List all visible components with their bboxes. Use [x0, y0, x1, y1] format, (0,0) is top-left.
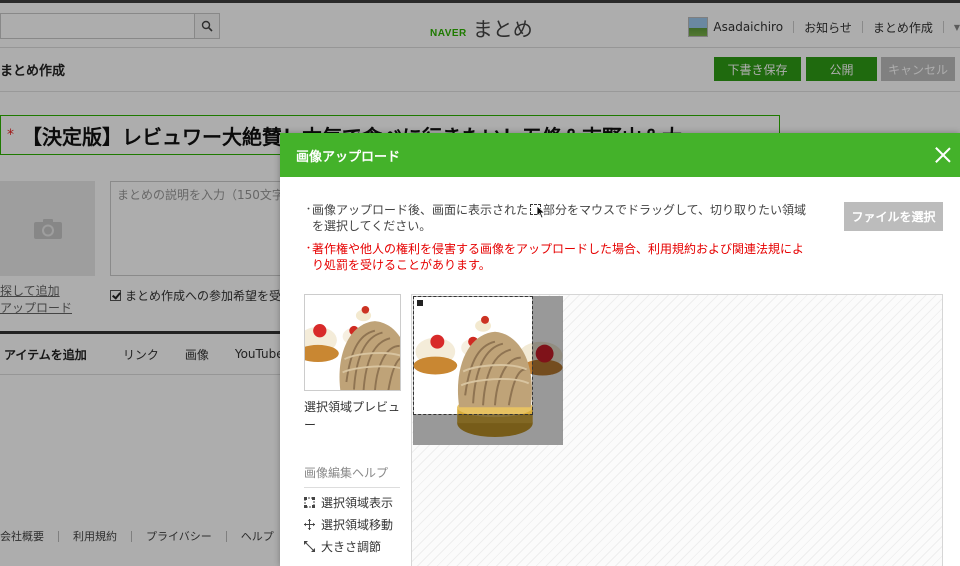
help-item-move-selection: 選択領域移動	[304, 516, 393, 533]
help-title: 画像編集ヘルプ	[304, 464, 400, 488]
copyright-warning: ・ 著作権や他人の権利を侵害する画像をアップロードした場合、利用規約および関連法…	[304, 242, 805, 272]
crop-selection-image	[413, 296, 533, 415]
dialog-title: 画像アップロード	[296, 149, 401, 165]
crop-instruction-c: を選択してください。	[312, 219, 432, 233]
dialog-header: 画像アップロード	[280, 133, 960, 177]
marquee-icon	[304, 497, 315, 508]
crop-instruction-a: 画像アップロード後、画面に表示された	[312, 203, 529, 217]
mouse-cursor-icon	[537, 206, 546, 219]
help-item-resize: 大きさ調節	[304, 538, 381, 555]
preview-image	[305, 295, 400, 390]
crop-instruction-b: 部分をマウスでドラッグして、切り取りたい領域	[543, 203, 807, 217]
image-crop-canvas[interactable]	[411, 294, 943, 566]
resize-icon	[304, 541, 315, 552]
image-upload-dialog: 画像アップロード ・ 画像アップロード後、画面に表示された 部分をマウスでドラッグ…	[280, 133, 960, 566]
close-icon[interactable]	[934, 146, 952, 164]
choose-file-button[interactable]: ファイルを選択	[844, 202, 943, 231]
crop-resize-handle[interactable]	[417, 300, 423, 306]
help-item-show-selection: 選択領域表示	[304, 494, 393, 511]
copyright-warning-a: 著作権や他人の権利を侵害する画像をアップロードした場合、利用規約および関連法規に…	[312, 242, 805, 256]
crop-selection[interactable]	[413, 296, 533, 415]
copyright-warning-b: り処罰を受けることがあります。	[312, 258, 491, 272]
selection-preview	[304, 294, 401, 391]
crop-instruction: ・ 画像アップロード後、画面に表示された 部分をマウスでドラッグして、切り取りたい…	[304, 203, 807, 233]
move-icon	[304, 519, 315, 530]
preview-label: 選択領域プレビュー	[304, 400, 401, 432]
